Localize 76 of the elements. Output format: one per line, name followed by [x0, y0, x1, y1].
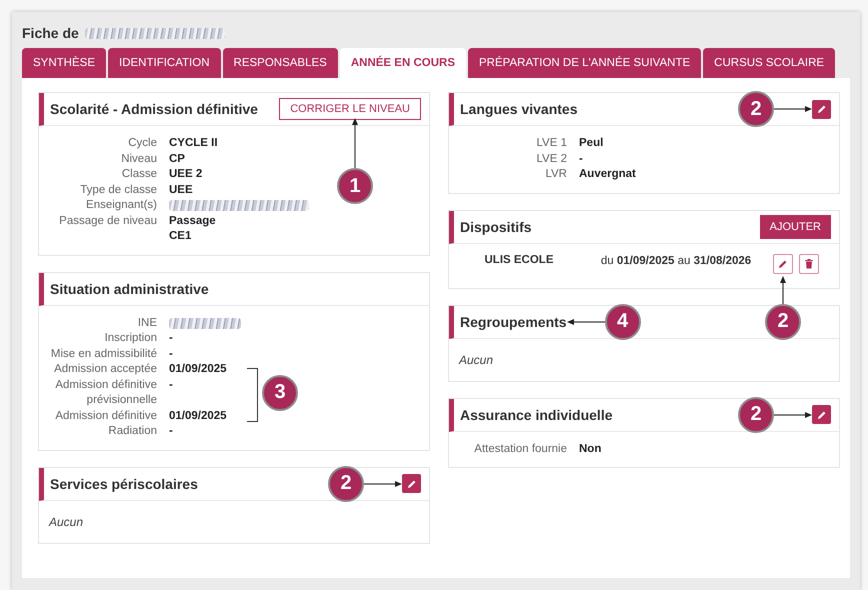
- tab[interactable]: ANNÉE EN COURS: [340, 48, 466, 78]
- field-value: -: [169, 424, 174, 439]
- field-label: LVR: [544, 167, 567, 182]
- field-label: LVE 2: [536, 152, 567, 166]
- empty-text: Aucun: [459, 352, 494, 368]
- card-title: Services périscolaires: [50, 476, 198, 492]
- callout-arrow: [774, 104, 812, 114]
- card-title: Assurance individuelle: [460, 406, 612, 422]
- card-title: Situation administrative: [50, 280, 209, 296]
- field-value: UEE 2: [169, 167, 204, 182]
- correct-level-button[interactable]: CORRIGER LE NIVEAU: [279, 98, 421, 120]
- field-label: Admission définitive prévisionnelle: [54, 378, 157, 408]
- callout-number: 2: [738, 396, 774, 432]
- tab[interactable]: RESPONSABLES: [222, 48, 338, 78]
- edit-button[interactable]: [812, 100, 831, 118]
- field-value: -: [169, 331, 174, 346]
- callout-arrow: [778, 276, 788, 304]
- date-range: du 01/09/2025 au 31/08/2026: [600, 254, 752, 268]
- field-label: Inscription: [104, 331, 157, 346]
- field-value: UEE: [169, 182, 194, 198]
- callout-number: 3: [262, 375, 298, 411]
- field-label: Passage de niveau: [58, 214, 157, 228]
- edit-button[interactable]: [812, 405, 831, 424]
- callout-number: 2: [328, 466, 364, 502]
- field-value: CP: [169, 152, 186, 166]
- edit-button[interactable]: [773, 254, 793, 274]
- callout-arrow: [566, 316, 605, 326]
- field-label: Admission acceptée: [53, 362, 157, 377]
- page-title: Fiche de: [22, 25, 79, 41]
- field-value: -: [579, 152, 584, 166]
- field-value: -: [169, 378, 174, 392]
- field-value: Passage CE1: [169, 214, 217, 244]
- pencil-icon: [778, 258, 788, 268]
- callout-number: 4: [604, 304, 641, 340]
- field-label: Cycle: [127, 136, 157, 151]
- field-label: Enseignant(s): [85, 198, 157, 213]
- field-value: Auvergnat: [579, 167, 637, 182]
- tab[interactable]: PRÉPARATION DE L'ANNÉE SUIVANTE: [468, 48, 702, 78]
- tab[interactable]: SYNTHÈSE: [22, 48, 106, 78]
- pencil-icon: [816, 104, 826, 114]
- card-title: Scolarité - Admission définitive: [50, 101, 258, 117]
- field-label: Niveau: [120, 152, 157, 166]
- field-value: Peul: [579, 136, 604, 151]
- callout-bracket: [247, 368, 258, 422]
- empty-text: Aucun: [49, 514, 84, 530]
- callout-number: 2: [738, 91, 774, 127]
- field-value: 01/09/2025: [169, 408, 228, 424]
- field-label: Admission définitive: [54, 408, 157, 424]
- field-label: Type de classe: [79, 182, 157, 198]
- trash-icon: [804, 258, 814, 269]
- callout-number: 1: [337, 168, 373, 204]
- pencil-icon: [816, 410, 826, 420]
- device-name: ULIS ECOLE: [483, 254, 554, 266]
- field-label: Mise en admissibilité: [50, 346, 157, 362]
- card-title: Dispositifs: [460, 218, 532, 234]
- add-button[interactable]: AJOUTER: [760, 214, 831, 238]
- field-value: 01/09/2025: [169, 362, 228, 377]
- callout-arrow: [364, 478, 402, 488]
- field-label: Radiation: [107, 424, 157, 439]
- delete-button[interactable]: [799, 254, 819, 274]
- pencil-icon: [406, 478, 416, 488]
- callout-arrow: [774, 410, 812, 420]
- field-label: Attestation fournie: [473, 442, 567, 456]
- field-label: INE: [136, 316, 157, 330]
- card-title: Regroupements: [460, 314, 567, 330]
- edit-button[interactable]: [402, 474, 421, 493]
- field-label: Classe: [120, 167, 157, 182]
- field-value: Non: [579, 442, 602, 456]
- callout-arrow: [350, 118, 360, 168]
- field-value: -: [169, 346, 174, 362]
- tab[interactable]: CURSUS SCOLAIRE: [703, 48, 836, 78]
- field-label: LVE 1: [536, 136, 567, 151]
- field-value: CYCLE II: [169, 136, 219, 151]
- tab[interactable]: IDENTIFICATION: [108, 48, 221, 78]
- redacted-value-block: [169, 318, 241, 329]
- card-title: Langues vivantes: [460, 101, 578, 117]
